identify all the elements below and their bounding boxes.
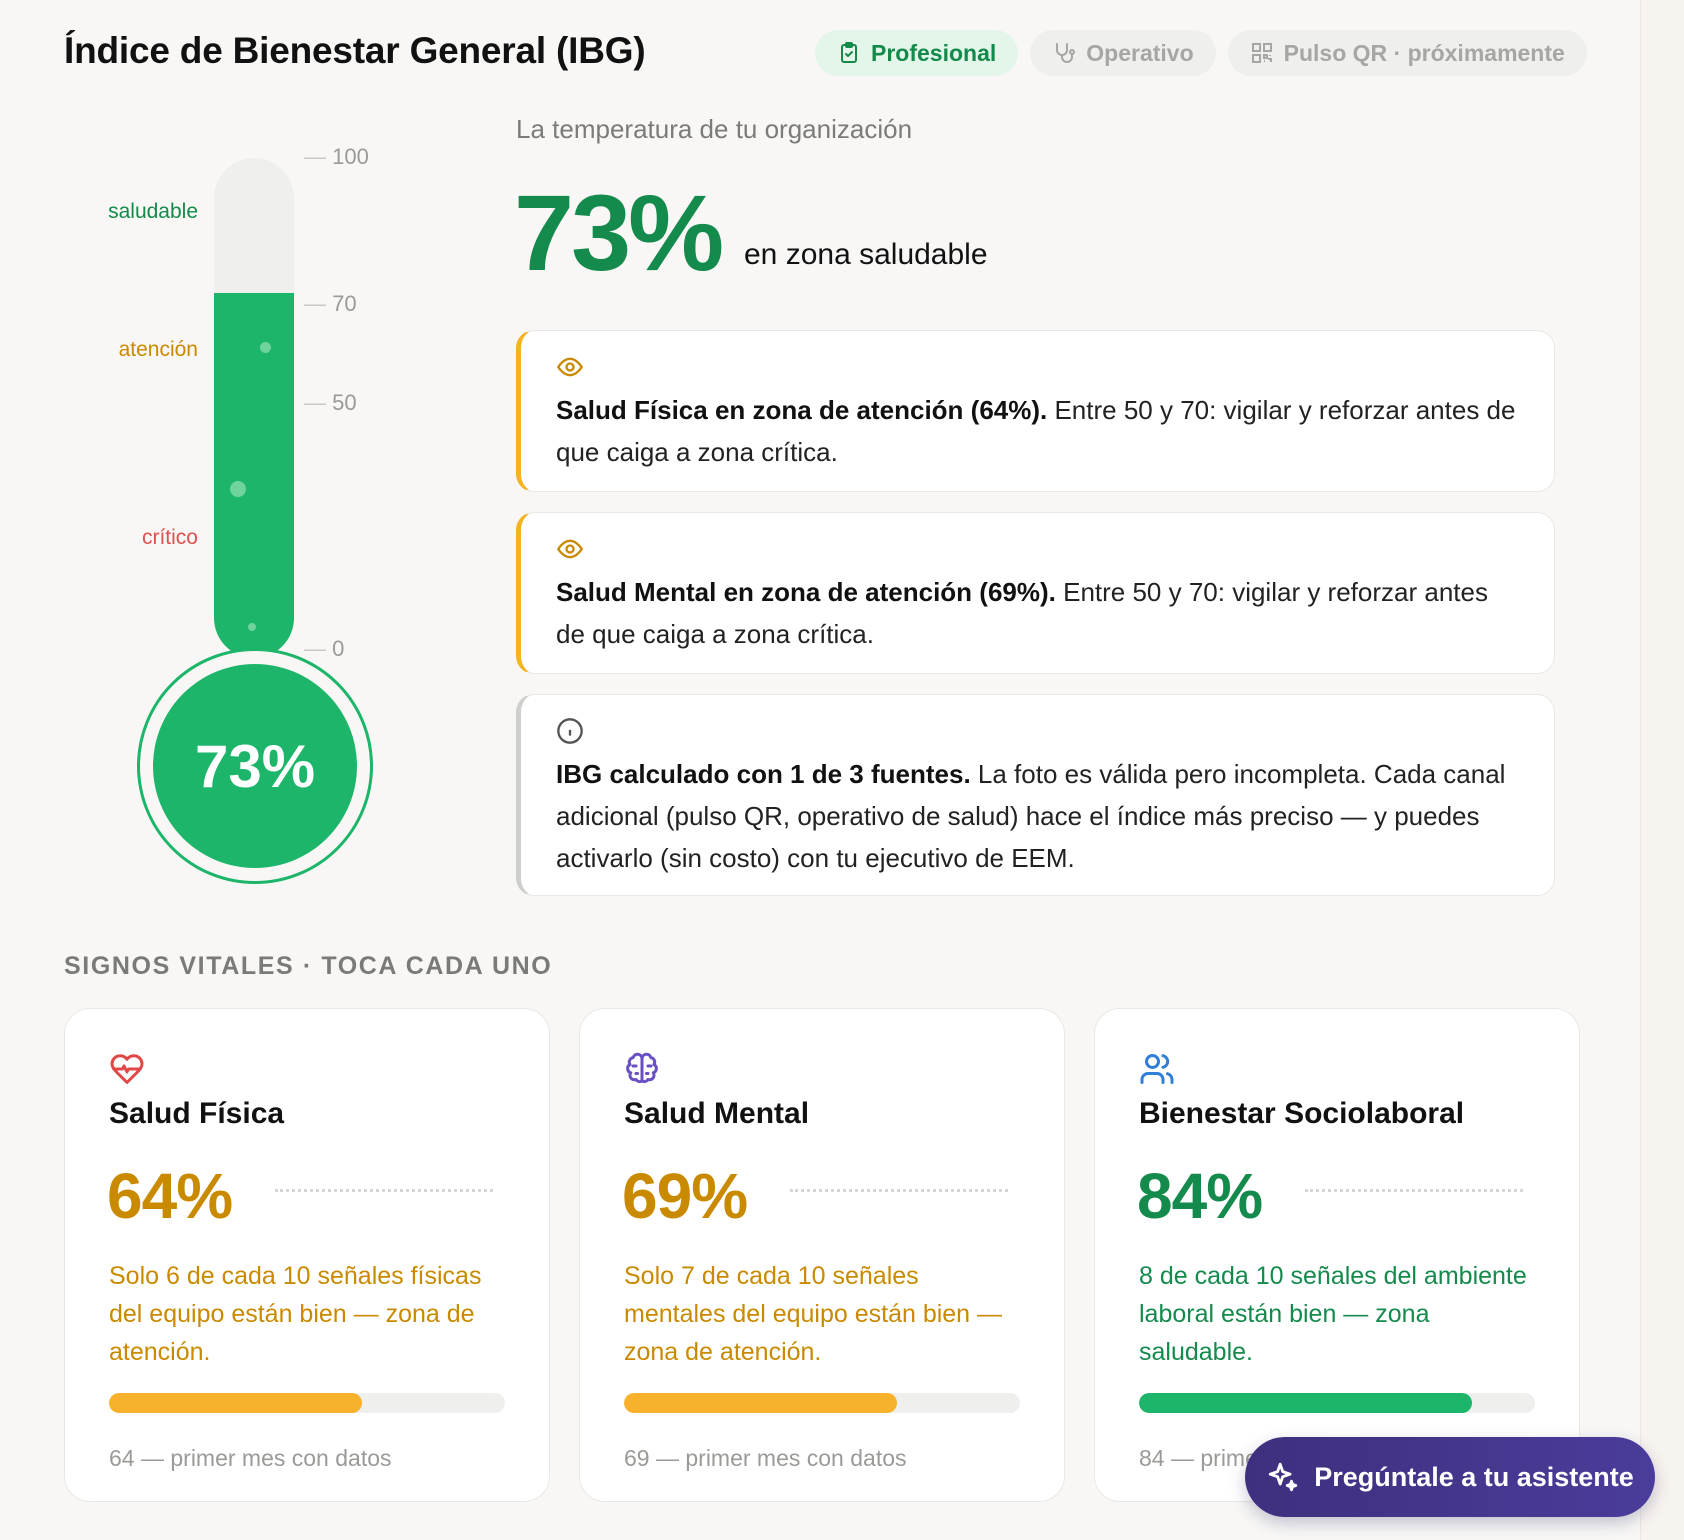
brain-icon <box>626 1052 658 1084</box>
alert-bold: Salud Mental en zona de atención (69%). <box>556 577 1056 607</box>
stethoscope-icon <box>1056 43 1076 63</box>
clipboard-check-icon <box>841 42 857 63</box>
thermometer-fill <box>214 293 294 658</box>
alert-text: IBG calculado con 1 de 3 fuentes. La fot… <box>556 753 1522 879</box>
vitals-heading: SIGNOS VITALES · TOCA CADA UNO <box>64 952 553 980</box>
page-title: Índice de Bienestar General (IBG) <box>64 30 646 71</box>
zone-label-critico: crítico <box>142 526 198 550</box>
zone-label-atencion: atención <box>119 338 198 362</box>
zone-label-saludable: saludable <box>108 200 198 224</box>
dotted-divider <box>790 1189 1008 1192</box>
bubble <box>260 342 271 353</box>
summary-value: 73% <box>514 172 724 293</box>
card-footer: 69 — primer mes con datos <box>624 1445 907 1471</box>
ibg-panel: Índice de Bienestar General (IBG) Profes… <box>0 0 1641 1540</box>
alert-bold: IBG calculado con 1 de 3 fuentes. <box>556 759 971 789</box>
vital-card-salud-mental[interactable]: Salud Mental 69% Solo 7 de cada 10 señal… <box>579 1008 1065 1502</box>
zone-saludable: saludable <box>108 200 198 223</box>
tab-operativo[interactable]: Operativo <box>1030 30 1216 76</box>
thermometer-tube <box>214 158 294 658</box>
progress-track <box>1139 1393 1535 1413</box>
progress-fill <box>1139 1393 1472 1413</box>
bubble <box>248 623 256 631</box>
vital-card-bienestar-sociolaboral[interactable]: Bienestar Sociolaboral 84% 8 de cada 10 … <box>1094 1008 1580 1502</box>
card-value: 69% <box>622 1160 748 1232</box>
card-value: 84% <box>1137 1160 1263 1232</box>
thermometer-bulb: 73% <box>153 664 357 868</box>
source-tabs: Profesional Operativo Pulso QR · próxima… <box>815 30 1587 76</box>
tab-pulso-qr[interactable]: Pulso QR · próximamente <box>1227 30 1587 76</box>
users-icon <box>1140 1054 1174 1084</box>
tick-100: 100 <box>304 144 369 170</box>
assistant-label: Pregúntale a tu asistente <box>1314 1461 1634 1492</box>
thermometer: saludable atención crítico 100 70 50 0 7… <box>0 130 480 890</box>
eye-icon <box>556 539 584 559</box>
card-footer: 64 — primer mes con datos <box>109 1445 392 1471</box>
dotted-divider <box>1305 1189 1523 1192</box>
assistant-button[interactable]: Pregúntale a tu asistente <box>1245 1437 1655 1517</box>
progress-fill <box>109 1393 363 1413</box>
tab-label: Operativo <box>1086 39 1194 66</box>
alert-salud-fisica: Salud Física en zona de atención (64%). … <box>516 330 1555 492</box>
zone-critico: crítico <box>141 526 198 549</box>
card-value: 64% <box>107 1160 233 1232</box>
alert-salud-mental: Salud Mental en zona de atención (69%). … <box>516 512 1555 674</box>
info-icon <box>557 718 583 744</box>
tick-50: 50 <box>304 390 356 416</box>
qr-code-icon <box>1251 43 1272 63</box>
progress-fill <box>624 1393 898 1413</box>
alert-text: Salud Mental en zona de atención (69%). … <box>556 571 1522 655</box>
tab-label: Pulso QR · próximamente <box>1283 39 1565 66</box>
card-title: Salud Física <box>109 1097 285 1130</box>
card-description: Solo 7 de cada 10 señales mentales del e… <box>624 1262 1003 1366</box>
alert-text: Salud Física en zona de atención (64%). … <box>556 389 1522 473</box>
card-description: Solo 6 de cada 10 señales físicas del eq… <box>109 1262 482 1366</box>
tick-70: 70 <box>304 291 356 317</box>
vital-card-salud-fisica[interactable]: Salud Física 64% Solo 6 de cada 10 señal… <box>64 1008 550 1502</box>
summary-subtitle: La temperatura de tu organización <box>516 114 913 144</box>
heart-pulse-icon <box>110 1054 144 1084</box>
eye-icon <box>556 357 584 377</box>
sparkles-icon <box>1269 1462 1298 1492</box>
thermometer-value: 73% <box>194 732 316 800</box>
dotted-divider <box>275 1189 493 1192</box>
zone-atencion: atención <box>118 338 198 361</box>
card-description: 8 de cada 10 señales del ambiente labora… <box>1139 1262 1527 1366</box>
tick-0: 0 <box>304 636 344 662</box>
tab-profesional[interactable]: Profesional <box>815 30 1019 76</box>
alert-bold: Salud Física en zona de atención (64%). <box>556 395 1048 425</box>
card-title: Salud Mental <box>624 1097 810 1130</box>
alert-ibg-fuentes: IBG calculado con 1 de 3 fuentes. La fot… <box>516 694 1555 896</box>
progress-track <box>624 1393 1020 1413</box>
bubble <box>230 481 246 497</box>
card-title: Bienestar Sociolaboral <box>1139 1097 1465 1130</box>
summary-caption: en zona saludable <box>744 238 988 271</box>
tab-label: Profesional <box>871 39 997 66</box>
progress-track <box>109 1393 505 1413</box>
